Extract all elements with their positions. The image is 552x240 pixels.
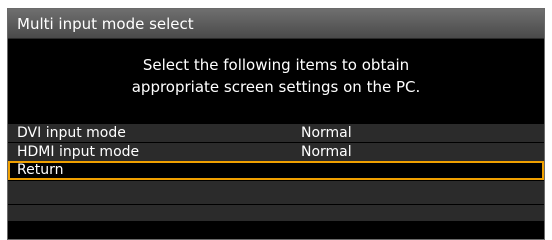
menu-item-value: Normal [301,144,352,160]
multi-input-mode-dialog: Multi input mode select Select the follo… [7,8,545,240]
menu-item-hdmi-input-mode[interactable]: HDMI input mode Normal [8,142,544,161]
empty-menu-row [8,180,544,204]
dialog-title: Multi input mode select [8,9,544,39]
menu-item-dvi-input-mode[interactable]: DVI input mode Normal [8,123,544,142]
menu-item-label: Return [17,162,64,178]
menu-item-label: HDMI input mode [17,144,140,160]
menu-item-label: DVI input mode [17,125,126,141]
empty-menu-row [8,204,544,221]
instruction-line-2: appropriate screen settings on the PC. [131,78,421,96]
menu-item-value: Normal [301,125,352,141]
instruction-line-1: Select the following items to obtain [142,56,410,74]
instruction-message: Select the following items to obtain app… [8,39,544,123]
menu-item-return[interactable]: Return [8,161,544,180]
